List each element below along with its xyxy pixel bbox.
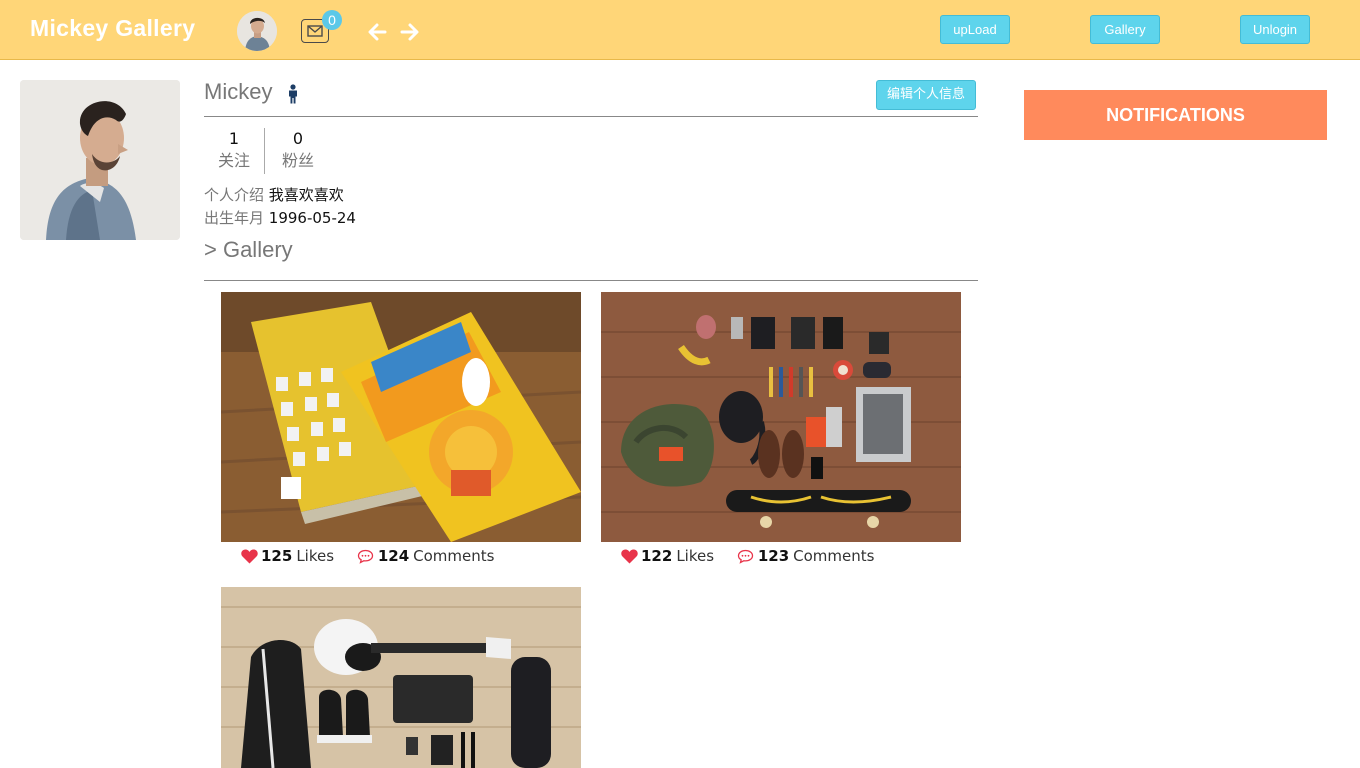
profile-divider [204,116,978,117]
likes-label: Likes [296,547,335,565]
comment-button[interactable]: 124 Comments [357,545,495,567]
like-button[interactable]: 125 Likes [241,545,334,567]
arrow-right-icon [400,23,419,41]
back-arrow-button[interactable] [367,22,387,42]
intro-value: 我喜欢喜欢 [268,186,344,204]
likes-count: 125 [261,547,293,565]
followers-label: 粉丝 [281,151,314,170]
gallery-section-title[interactable]: > Gallery [204,237,293,263]
birth-line: 出生年月 1996-05-24 [204,208,356,228]
upload-button[interactable]: upLoad [940,15,1010,44]
gallery-image-flatlay[interactable] [601,292,961,542]
comments-label: Comments [793,547,875,565]
stat-divider [264,128,265,174]
comment-icon [357,549,373,564]
forward-arrow-button[interactable] [400,22,420,42]
gallery-button[interactable]: Gallery [1090,15,1160,44]
guitar-photo [221,587,581,768]
likes-count: 122 [641,547,673,565]
male-icon [289,84,297,104]
comments-label: Comments [413,547,495,565]
avatar-image [237,11,277,51]
birth-value: 1996-05-24 [268,209,356,227]
following-stat[interactable]: 1 关注 [204,128,264,172]
card-stats-1: 125 Likes 124 Comments [241,545,512,567]
notifications-header[interactable]: NOTIFICATIONS [1024,90,1327,140]
intro-line: 个人介绍 我喜欢喜欢 [204,185,344,205]
birth-label: 出生年月 [204,209,265,227]
comments-count: 124 [377,547,410,565]
message-count-badge: 0 [322,10,342,30]
nav-avatar[interactable] [237,11,277,51]
following-label: 关注 [217,151,250,170]
profile-photo [20,80,180,240]
flatlay-photo [601,292,961,542]
top-navbar: Mickey Gallery 0 upLoad Gallery Unlogin [0,0,1360,60]
gallery-image-books[interactable] [221,292,581,542]
heart-icon [621,549,638,563]
profile-username: Mickey [204,79,273,104]
unlogin-button[interactable]: Unlogin [1240,15,1310,44]
followers-count: 0 [292,129,304,148]
comments-count: 123 [757,547,790,565]
brand-title[interactable]: Mickey Gallery [30,15,195,42]
comment-icon [737,549,753,564]
card-stats-2: 122 Likes 123 Comments [621,545,892,567]
arrow-left-icon [368,23,387,41]
profile-photo-image [20,80,180,240]
following-count: 1 [228,129,240,148]
comment-button[interactable]: 123 Comments [737,545,875,567]
followers-stat[interactable]: 0 粉丝 [268,128,328,172]
gallery-divider [204,280,978,281]
books-photo [221,292,581,542]
likes-label: Likes [676,547,715,565]
heart-icon [241,549,258,563]
intro-label: 个人介绍 [204,186,265,204]
edit-profile-button[interactable]: 编辑个人信息 [876,80,976,110]
like-button[interactable]: 122 Likes [621,545,714,567]
gallery-image-guitar[interactable] [221,587,581,768]
